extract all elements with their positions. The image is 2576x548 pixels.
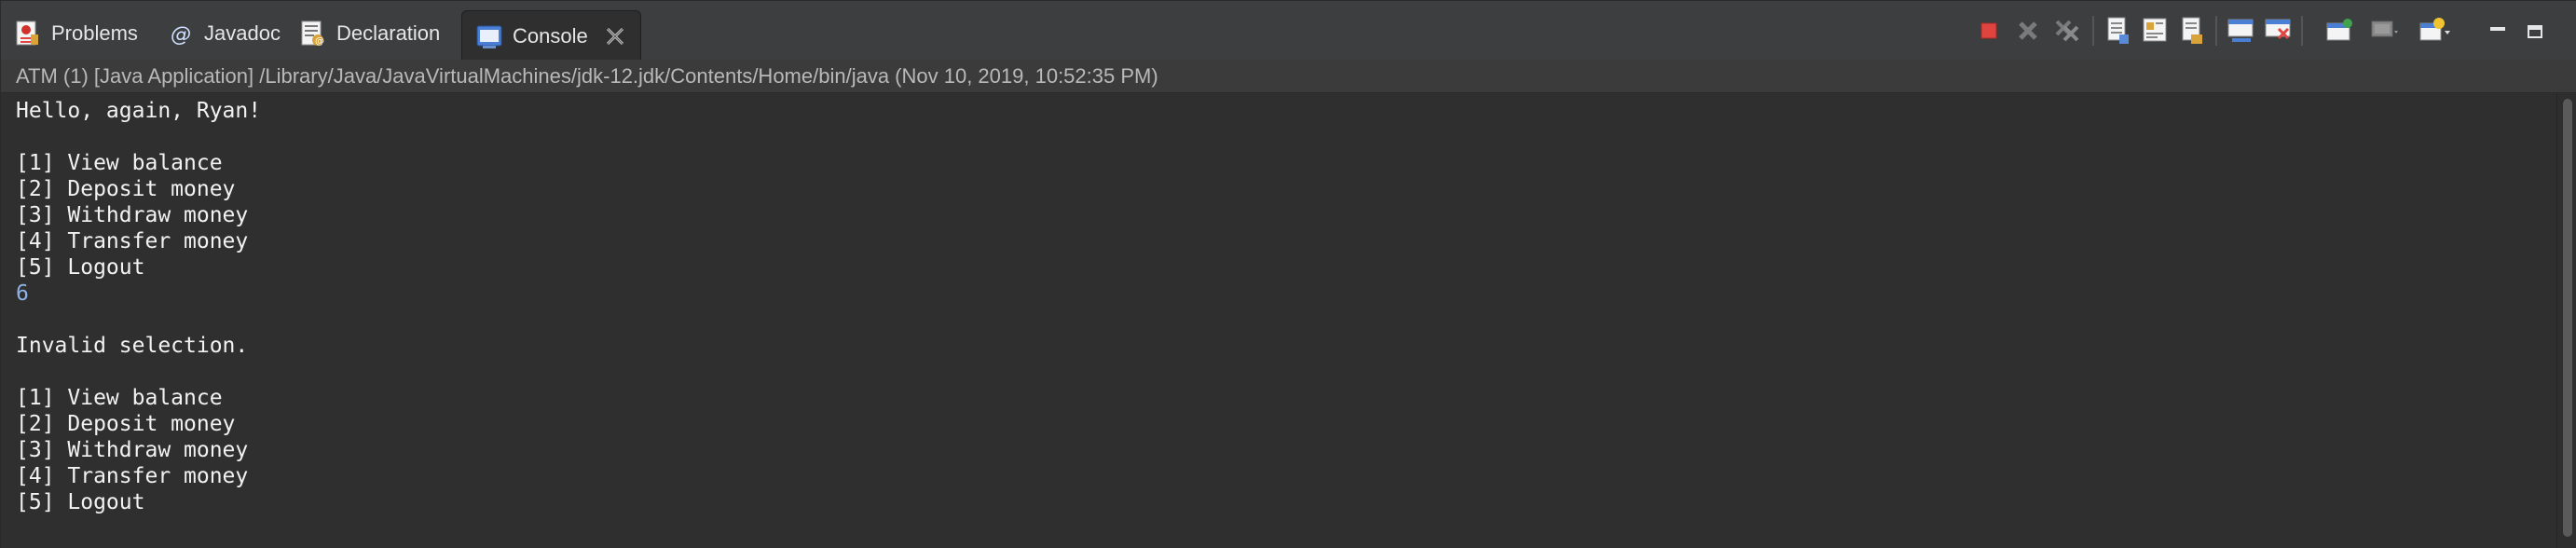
- scroll-lock-icon[interactable]: [2102, 14, 2133, 48]
- console-output-line: [2] Deposit money: [16, 412, 236, 436]
- console-output-line: [2] Deposit money: [16, 177, 236, 201]
- show-on-stderr-icon[interactable]: [2225, 14, 2256, 48]
- javadoc-icon: @: [167, 20, 195, 48]
- declaration-icon: @: [299, 20, 327, 48]
- console-view: Problems @ Javadoc @ Declaration Console…: [0, 0, 2576, 548]
- close-icon[interactable]: [603, 24, 627, 48]
- console-output-line: [1] View balance: [16, 151, 223, 175]
- console-output-line: Invalid selection.: [16, 334, 249, 358]
- toolbar-separator: [2092, 16, 2094, 46]
- maximize-icon[interactable]: [2519, 14, 2551, 48]
- vertical-scrollbar[interactable]: [2556, 93, 2576, 548]
- console-output-line: [3] Withdraw money: [16, 438, 249, 462]
- pin-console-icon[interactable]: [2262, 14, 2294, 48]
- tab-javadoc[interactable]: @ Javadoc: [167, 10, 281, 57]
- new-console-icon[interactable]: [2418, 14, 2450, 48]
- tab-declaration[interactable]: @ Declaration: [299, 10, 440, 57]
- scrollbar-thumb[interactable]: [2563, 99, 2572, 537]
- toolbar-separator: [2215, 16, 2217, 46]
- console-input-line: 6: [16, 281, 29, 306]
- console-output-line: [1] View balance: [16, 386, 223, 410]
- console-output-line: [5] Logout: [16, 490, 145, 514]
- open-console-icon[interactable]: [2368, 14, 2400, 48]
- show-on-stdout-icon[interactable]: [2176, 14, 2208, 48]
- view-tab-bar: Problems @ Javadoc @ Declaration Console: [1, 1, 2576, 61]
- display-selected-console-icon[interactable]: [2323, 14, 2355, 48]
- remove-all-terminated-icon[interactable]: [2051, 14, 2083, 48]
- toolbar-separator: [2301, 16, 2303, 46]
- tab-problems[interactable]: Problems: [14, 10, 138, 57]
- tab-label: Declaration: [336, 21, 441, 45]
- tab-console[interactable]: Console: [461, 10, 641, 61]
- tab-label: Console: [513, 23, 588, 48]
- console-output-line: [4] Transfer money: [16, 229, 249, 253]
- console-output-line: [4] Transfer money: [16, 464, 249, 488]
- console-launch-title: ATM (1) [Java Application] /Library/Java…: [1, 60, 2576, 93]
- terminate-icon[interactable]: [1973, 14, 2005, 48]
- minimize-icon[interactable]: [2482, 14, 2514, 48]
- console-output-line: [3] Withdraw money: [16, 203, 249, 227]
- console-output-line: [5] Logout: [16, 255, 145, 280]
- problems-icon: [14, 20, 42, 48]
- console-output[interactable]: Hello, again, Ryan! [1] View balance [2] D…: [1, 93, 2556, 548]
- svg-text:@: @: [315, 36, 324, 47]
- console-output-line: Hello, again, Ryan!: [16, 99, 262, 123]
- console-toolbar: [1971, 14, 2576, 48]
- svg-text:@: @: [171, 23, 191, 47]
- tab-label: Problems: [51, 21, 138, 45]
- remove-launch-icon[interactable]: [2012, 14, 2044, 48]
- console-icon: [475, 22, 503, 50]
- word-wrap-icon[interactable]: [2139, 14, 2171, 48]
- tab-label: Javadoc: [204, 21, 281, 45]
